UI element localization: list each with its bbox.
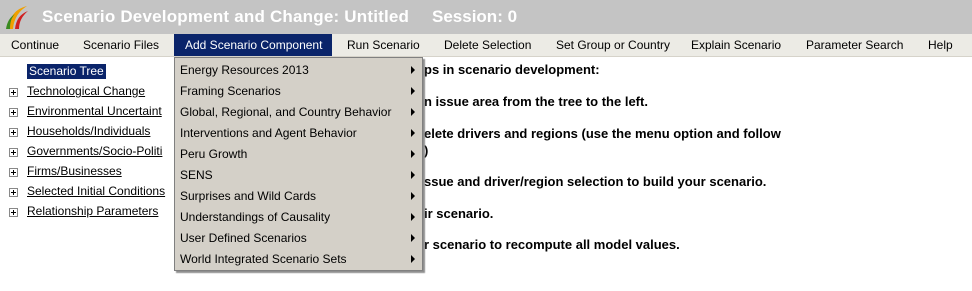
- title-bar: Scenario Development and Change: Untitle…: [0, 0, 972, 34]
- menu-parameter-search[interactable]: Parameter Search: [806, 34, 903, 56]
- submenu-arrow-icon: [411, 87, 415, 95]
- dropdown-item[interactable]: Energy Resources 2013: [175, 59, 422, 80]
- instruction-line: n issue area from the tree to the left.: [424, 94, 648, 109]
- expand-plus-icon[interactable]: [9, 148, 18, 157]
- tree-root-scenario-tree[interactable]: Scenario Tree: [27, 64, 106, 79]
- menu-delete-selection[interactable]: Delete Selection: [444, 34, 531, 56]
- submenu-arrow-icon: [411, 213, 415, 221]
- tree-node-label[interactable]: Firms/Businesses: [27, 164, 122, 179]
- expand-plus-icon[interactable]: [9, 188, 18, 197]
- submenu-arrow-icon: [411, 129, 415, 137]
- instruction-line: r scenario to recompute all model values…: [424, 237, 680, 252]
- menu-scenario-files[interactable]: Scenario Files: [83, 34, 159, 56]
- submenu-arrow-icon: [411, 234, 415, 242]
- tree-node-label[interactable]: Selected Initial Conditions: [27, 184, 165, 199]
- dropdown-item[interactable]: Global, Regional, and Country Behavior: [175, 101, 422, 122]
- instruction-line: ssue and driver/region selection to buil…: [424, 174, 767, 189]
- submenu-arrow-icon: [411, 171, 415, 179]
- dropdown-item-label: Energy Resources 2013: [180, 63, 309, 77]
- instruction-line: ir scenario.: [424, 206, 494, 221]
- submenu-arrow-icon: [411, 66, 415, 74]
- menu-run-scenario[interactable]: Run Scenario: [347, 34, 420, 56]
- submenu-arrow-icon: [411, 108, 415, 116]
- dropdown-item-label: Interventions and Agent Behavior: [180, 126, 357, 140]
- dropdown-item-label: Global, Regional, and Country Behavior: [180, 105, 392, 119]
- app-logo-icon: [6, 6, 28, 29]
- tree-node-label[interactable]: Technological Change: [27, 84, 145, 99]
- dropdown-item[interactable]: Understandings of Causality: [175, 206, 422, 227]
- dropdown-item-label: World Integrated Scenario Sets: [180, 252, 347, 266]
- dropdown-item-label: Surprises and Wild Cards: [180, 189, 317, 203]
- expand-plus-icon[interactable]: [9, 208, 18, 217]
- dropdown-item[interactable]: Interventions and Agent Behavior: [175, 122, 422, 143]
- dropdown-item[interactable]: World Integrated Scenario Sets: [175, 248, 422, 269]
- menu-explain-scenario[interactable]: Explain Scenario: [691, 34, 781, 56]
- expand-plus-icon[interactable]: [9, 128, 18, 137]
- expand-plus-icon[interactable]: [9, 88, 18, 97]
- expand-plus-icon[interactable]: [9, 168, 18, 177]
- tree-node-label[interactable]: Environmental Uncertaint: [27, 104, 162, 119]
- tree-node-label[interactable]: Households/Individuals: [27, 124, 150, 139]
- add-scenario-component-dropdown: Energy Resources 2013 Framing Scenarios …: [174, 57, 423, 271]
- dropdown-item-label: User Defined Scenarios: [180, 231, 307, 245]
- window-title: Scenario Development and Change: Untitle…: [42, 7, 410, 26]
- instruction-line: elete drivers and regions (use the menu …: [424, 126, 781, 141]
- instruction-line: ps in scenario development:: [424, 62, 600, 77]
- dropdown-item-label: Peru Growth: [180, 147, 248, 161]
- dropdown-item[interactable]: Framing Scenarios: [175, 80, 422, 101]
- submenu-arrow-icon: [411, 255, 415, 263]
- session-label: Session: 0: [432, 7, 518, 26]
- dropdown-item-label: Understandings of Causality: [180, 210, 331, 224]
- expand-plus-icon[interactable]: [9, 108, 18, 117]
- dropdown-item-label: SENS: [180, 168, 213, 182]
- dropdown-item[interactable]: Peru Growth: [175, 143, 422, 164]
- instruction-line: ): [424, 143, 429, 158]
- menu-continue[interactable]: Continue: [11, 34, 59, 56]
- menu-add-scenario-component[interactable]: Add Scenario Component: [174, 34, 333, 56]
- tree-node-label[interactable]: Governments/Socio-Politi: [27, 144, 162, 159]
- dropdown-item[interactable]: SENS: [175, 164, 422, 185]
- tree-node-label[interactable]: Relationship Parameters: [27, 204, 158, 219]
- dropdown-item[interactable]: Surprises and Wild Cards: [175, 185, 422, 206]
- menu-help[interactable]: Help: [928, 34, 953, 56]
- menu-bar: Continue Scenario Files Add Scenario Com…: [0, 34, 972, 57]
- submenu-arrow-icon: [411, 192, 415, 200]
- submenu-arrow-icon: [411, 150, 415, 158]
- menu-set-group-or-country[interactable]: Set Group or Country: [556, 34, 670, 56]
- dropdown-item-label: Framing Scenarios: [180, 84, 281, 98]
- dropdown-item[interactable]: User Defined Scenarios: [175, 227, 422, 248]
